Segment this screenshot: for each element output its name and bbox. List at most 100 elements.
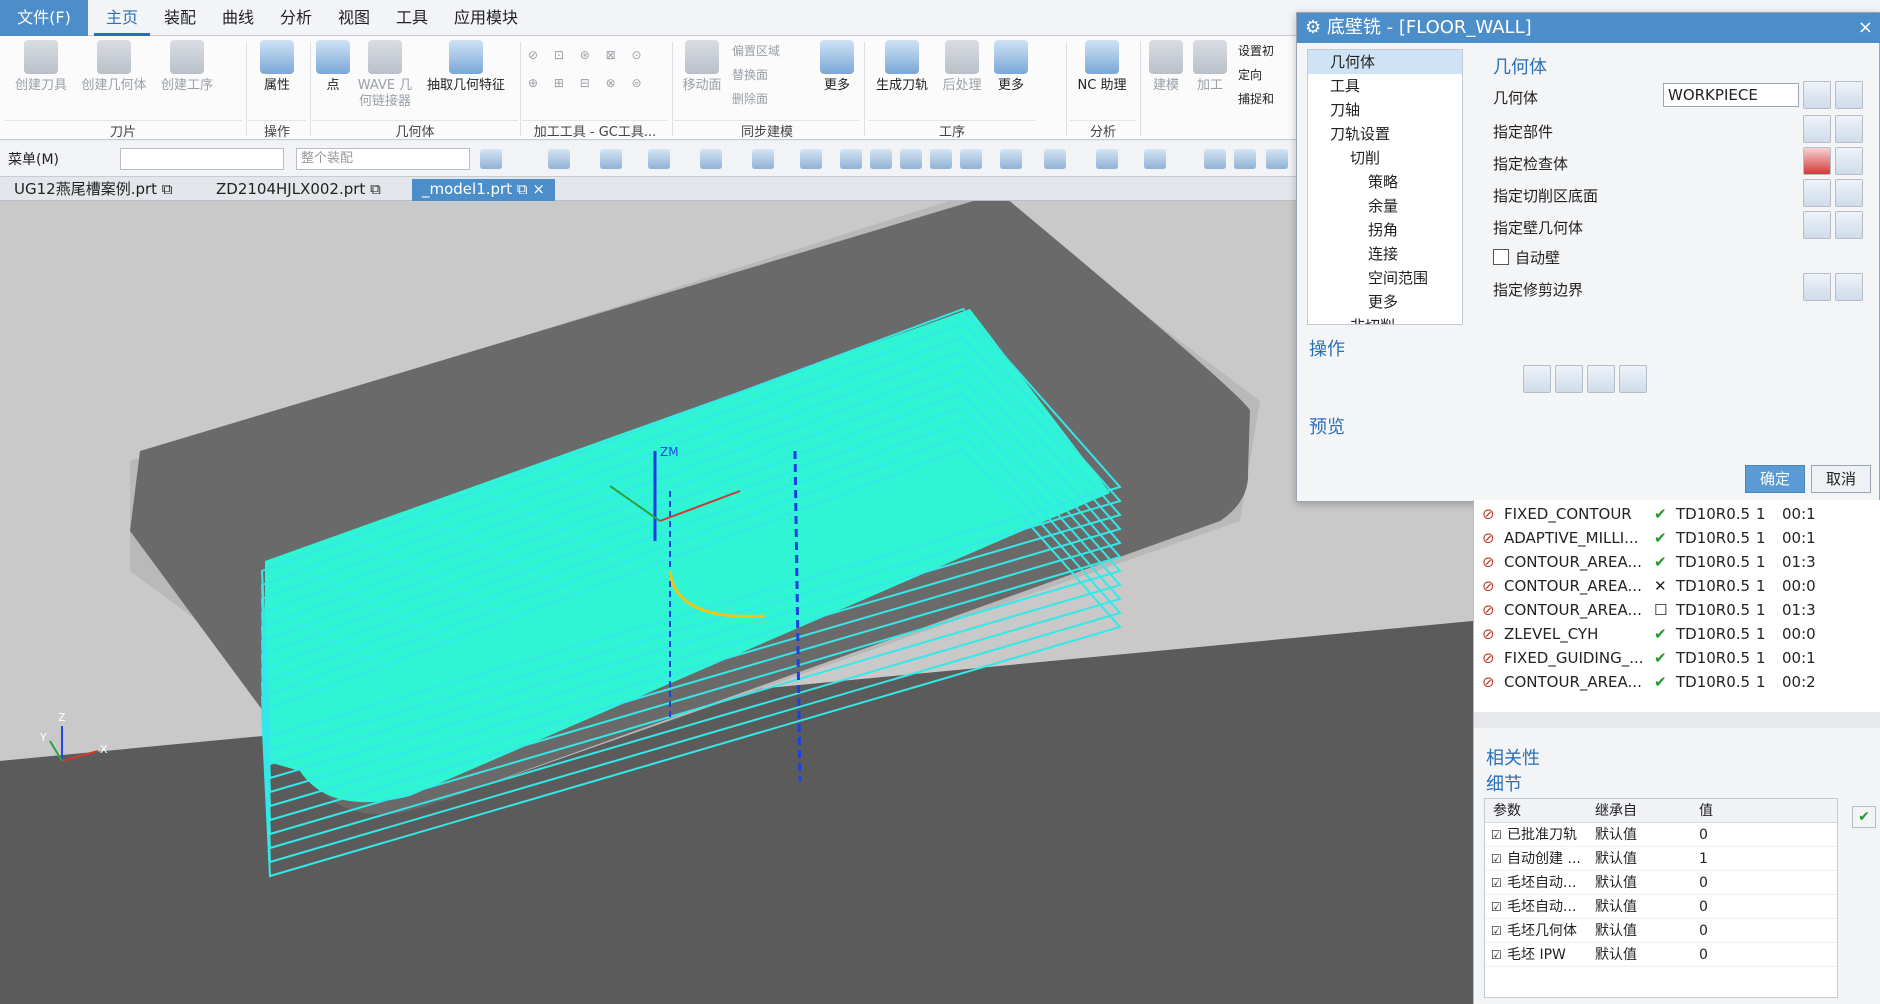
operation-row[interactable]: ⊘ FIXED_CONTOUR ✔ TD10R0.5 1 00:1 xyxy=(1474,502,1880,526)
postprocess-button[interactable]: 后处理 xyxy=(936,40,988,94)
point-button[interactable]: 点 xyxy=(316,40,350,94)
properties-button[interactable]: 属性 xyxy=(252,40,302,94)
apply-check-icon[interactable]: ✔ xyxy=(1852,806,1876,828)
doc-tab-active[interactable]: _model1.prt ⧉ × xyxy=(412,179,555,201)
detail-row[interactable]: ☑ 毛坯几何体 默认值 0 xyxy=(1485,919,1837,943)
list-icon[interactable] xyxy=(1619,365,1647,393)
select-part-icon[interactable] xyxy=(1803,115,1831,143)
tree-item-axis[interactable]: 刀轴 xyxy=(1308,98,1462,122)
tree-item-geometry[interactable]: 几何体 xyxy=(1308,50,1462,74)
zoom-icon[interactable] xyxy=(870,149,892,169)
tree-item-strategy[interactable]: 策略 xyxy=(1308,170,1462,194)
undo-icon[interactable] xyxy=(752,149,774,169)
tab-analysis[interactable]: 分析 xyxy=(268,0,324,36)
more-operation-button[interactable]: 更多 xyxy=(990,40,1032,94)
render-style-icon[interactable] xyxy=(960,149,982,169)
settings-button[interactable]: 设置初 xyxy=(1238,40,1298,62)
replay-icon[interactable] xyxy=(1555,365,1583,393)
move-face-button[interactable]: 移动面 xyxy=(676,40,728,94)
operation-row[interactable]: ⊘ CONTOUR_AREA... ✔ TD10R0.5 1 00:2 xyxy=(1474,670,1880,694)
snap-button[interactable]: 捕捉和 xyxy=(1238,88,1298,110)
close-icon[interactable]: × xyxy=(1858,13,1873,43)
main-menu-button[interactable]: 菜单(M) xyxy=(8,149,59,169)
tree-item-non-cut[interactable]: 非切削 xyxy=(1308,314,1462,324)
select-check-icon[interactable] xyxy=(1803,147,1831,175)
shaded-icon[interactable] xyxy=(1096,149,1118,169)
operations-section-title[interactable]: 操作 xyxy=(1309,335,1345,361)
delete-face-button[interactable]: 删除面 xyxy=(732,88,812,110)
modeling-button[interactable]: 建模 xyxy=(1146,40,1186,94)
report-icon[interactable] xyxy=(1266,149,1288,169)
rect-select-icon[interactable] xyxy=(700,149,722,169)
select-trim-icon[interactable] xyxy=(1803,273,1831,301)
wave-linker-button[interactable]: WAVE 几何链接器 xyxy=(352,40,418,110)
snap-icon[interactable] xyxy=(480,149,502,169)
display-wall-icon[interactable] xyxy=(1835,211,1863,239)
section-icon[interactable] xyxy=(1044,149,1066,169)
orient-button[interactable]: 定向 xyxy=(1238,64,1298,86)
filter-icon[interactable] xyxy=(600,149,622,169)
create-tool-button[interactable]: 创建刀具 xyxy=(8,40,74,94)
tree-item-tool[interactable]: 工具 xyxy=(1308,74,1462,98)
display-check-icon[interactable] xyxy=(1835,147,1863,175)
extract-geometry-button[interactable]: 抽取几何特征 xyxy=(420,40,512,94)
create-operation-button[interactable]: 创建工序 xyxy=(154,40,220,94)
select-wall-icon[interactable] xyxy=(1803,211,1831,239)
preview-section-title[interactable]: 预览 xyxy=(1309,413,1345,439)
tab-application[interactable]: 应用模块 xyxy=(442,0,530,36)
details-section-title[interactable]: 细节 xyxy=(1486,770,1522,796)
gc-tools-icons-2[interactable]: ⊕ ⊞ ⊟ ⊗ ⊜ xyxy=(528,72,668,94)
tree-item-connect[interactable]: 连接 xyxy=(1308,242,1462,266)
edit-geometry-icon[interactable] xyxy=(1835,81,1863,109)
redo-icon[interactable] xyxy=(800,149,822,169)
shop-doc-icon[interactable] xyxy=(1234,149,1256,169)
assembly-filter-combo[interactable]: 整个装配 xyxy=(296,148,470,170)
file-menu-button[interactable]: 文件(F) xyxy=(0,0,88,36)
tree-item-more[interactable]: 更多 xyxy=(1308,290,1462,314)
create-geometry-button[interactable]: 创建几何体 xyxy=(76,40,152,94)
tab-tools[interactable]: 工具 xyxy=(384,0,440,36)
tree-item-cut[interactable]: 切削 xyxy=(1308,146,1462,170)
tab-curve[interactable]: 曲线 xyxy=(210,0,266,36)
orient-view-icon[interactable] xyxy=(1000,149,1022,169)
relevance-section-title[interactable]: 相关性 xyxy=(1486,744,1540,770)
offset-region-button[interactable]: 偏置区域 xyxy=(732,40,812,62)
auto-wall-checkbox[interactable] xyxy=(1493,249,1509,265)
detail-row[interactable]: ☑ 毛坯自动... 默认值 0 xyxy=(1485,895,1837,919)
replace-face-button[interactable]: 替换面 xyxy=(732,64,812,86)
detail-row[interactable]: ☑ 自动创建 ... 默认值 1 xyxy=(1485,847,1837,871)
generate-toolpath-button[interactable]: 生成刀轨 xyxy=(870,40,934,94)
detail-row[interactable]: ☑ 毛坯 IPW 默认值 0 xyxy=(1485,943,1837,967)
tree-item-corner[interactable]: 拐角 xyxy=(1308,218,1462,242)
doc-tab[interactable]: UG12燕尾槽案例.prt ⧉ xyxy=(4,179,183,201)
geometry-section-title[interactable]: 几何体 xyxy=(1493,53,1547,79)
generate-icon[interactable] xyxy=(1523,365,1551,393)
fit-view-icon[interactable] xyxy=(840,149,862,169)
cancel-button[interactable]: 取消 xyxy=(1811,465,1871,493)
graphics-viewport[interactable]: ZM X Y Z xyxy=(0,201,1473,1004)
horizontal-scrollbar[interactable] xyxy=(1474,712,1880,728)
postprocess-icon[interactable] xyxy=(1204,149,1226,169)
operation-row[interactable]: ⊘ CONTOUR_AREA... ✔ TD10R0.5 1 01:3 xyxy=(1474,550,1880,574)
tab-assembly[interactable]: 装配 xyxy=(152,0,208,36)
new-geometry-icon[interactable] xyxy=(1803,81,1831,109)
verify-icon[interactable] xyxy=(1587,365,1615,393)
display-part-icon[interactable] xyxy=(1835,115,1863,143)
machining-button[interactable]: 加工 xyxy=(1190,40,1230,94)
select-icon[interactable] xyxy=(548,149,570,169)
geometry-select[interactable]: WORKPIECE xyxy=(1663,83,1799,107)
rotate-icon[interactable] xyxy=(900,149,922,169)
detail-row[interactable]: ☑ 毛坯自动... 默认值 0 xyxy=(1485,871,1837,895)
tree-item-stock[interactable]: 余量 xyxy=(1308,194,1462,218)
operation-row[interactable]: ⊘ CONTOUR_AREA... ✕ TD10R0.5 1 00:0 xyxy=(1474,574,1880,598)
operation-row[interactable]: ⊘ FIXED_GUIDING_... ✔ TD10R0.5 1 00:1 xyxy=(1474,646,1880,670)
ok-button[interactable]: 确定 xyxy=(1745,465,1805,493)
detail-row[interactable]: ☑ 已批准刀轨 默认值 0 xyxy=(1485,823,1837,847)
tab-view[interactable]: 视图 xyxy=(326,0,382,36)
pan-icon[interactable] xyxy=(930,149,952,169)
tab-home[interactable]: 主页 xyxy=(94,0,151,36)
box-select-icon[interactable] xyxy=(648,149,670,169)
more-sync-button[interactable]: 更多 xyxy=(816,40,858,94)
gc-tools-icons[interactable]: ⊘ ⊡ ⊛ ⊠ ⊙ xyxy=(528,44,668,66)
operation-row[interactable]: ⊘ CONTOUR_AREA... ☐ TD10R0.5 1 01:3 xyxy=(1474,598,1880,622)
